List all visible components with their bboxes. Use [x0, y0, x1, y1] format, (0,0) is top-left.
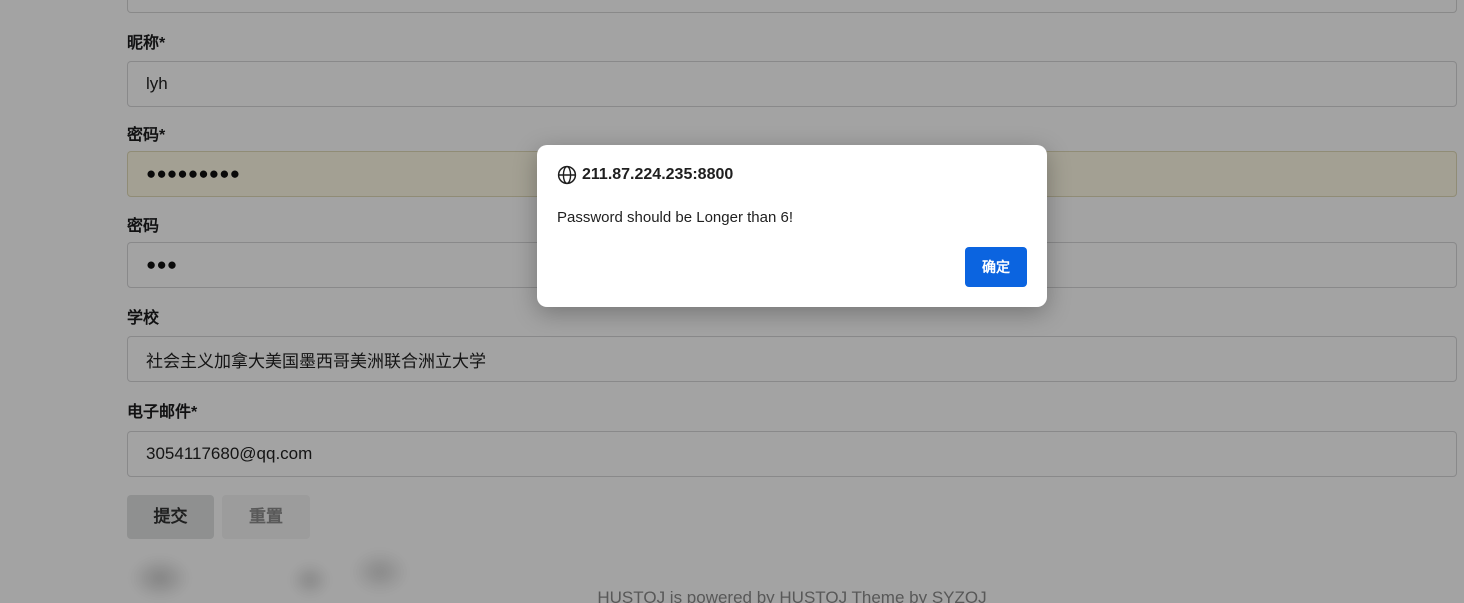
- dialog-ok-button[interactable]: 确定: [965, 247, 1027, 287]
- dialog-origin-title: 211.87.224.235:8800: [582, 166, 734, 183]
- dialog-message: Password should be Longer than 6!: [557, 209, 793, 226]
- alert-dialog: 211.87.224.235:8800 Password should be L…: [537, 145, 1047, 307]
- globe-icon: [557, 165, 577, 185]
